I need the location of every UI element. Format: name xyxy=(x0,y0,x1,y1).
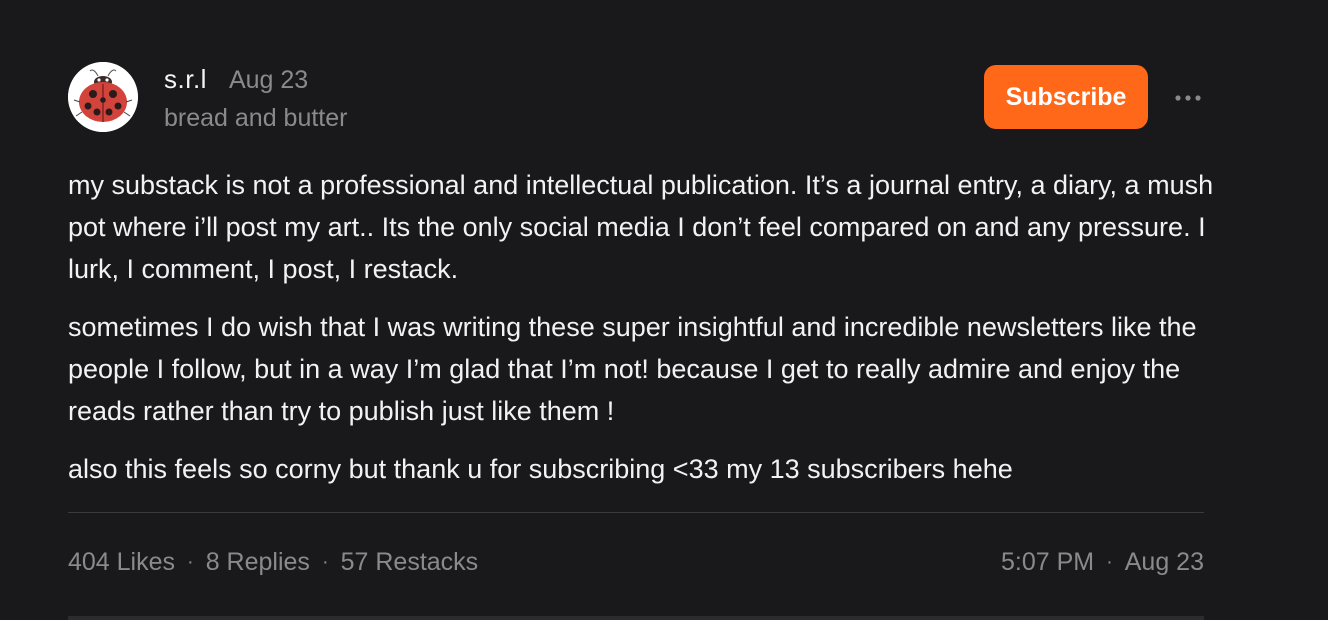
author-name[interactable]: s.r.l xyxy=(164,64,207,95)
separator-dot: · xyxy=(187,551,194,573)
more-options-icon xyxy=(1175,95,1201,101)
post-header: s.r.l Aug 23 bread and butter Subscribe xyxy=(68,62,1204,138)
post-footer-date: Aug 23 xyxy=(1124,548,1204,576)
bottom-divider xyxy=(68,616,1204,620)
post-paragraph: sometimes I do wish that I was writing t… xyxy=(68,312,1197,426)
more-options-button[interactable] xyxy=(1170,86,1206,110)
divider xyxy=(68,512,1204,513)
engagement-stats: 404 Likes · 8 Replies · 57 Restacks xyxy=(68,548,478,577)
separator-dot: · xyxy=(321,551,329,573)
ladybug-avatar-icon xyxy=(68,62,138,132)
subscribe-button[interactable]: Subscribe xyxy=(984,65,1148,129)
post-paragraph: my substack is not a professional and in… xyxy=(68,170,1214,284)
likes-count[interactable]: 404 Likes xyxy=(68,548,175,577)
post-date[interactable]: Aug 23 xyxy=(229,66,308,95)
post-timestamp: 5:07 PM · Aug 23 xyxy=(1001,548,1204,577)
post-time: 5:07 PM xyxy=(1000,548,1095,576)
publication-name[interactable]: bread and butter xyxy=(164,104,347,133)
author-avatar[interactable] xyxy=(68,62,138,132)
author-row: s.r.l Aug 23 xyxy=(164,64,308,95)
post-paragraph: also this feels so corny but thank u for… xyxy=(68,454,1013,484)
replies-count[interactable]: 8 Replies xyxy=(206,548,310,577)
post-footer: 404 Likes · 8 Replies · 57 Restacks 5:07… xyxy=(68,548,1204,588)
note-post: s.r.l Aug 23 bread and butter Subscribe … xyxy=(0,0,1328,620)
separator-dot: · xyxy=(1106,551,1113,573)
restacks-count[interactable]: 57 Restacks xyxy=(341,548,479,577)
post-body: my substack is not a professional and in… xyxy=(68,164,1218,506)
